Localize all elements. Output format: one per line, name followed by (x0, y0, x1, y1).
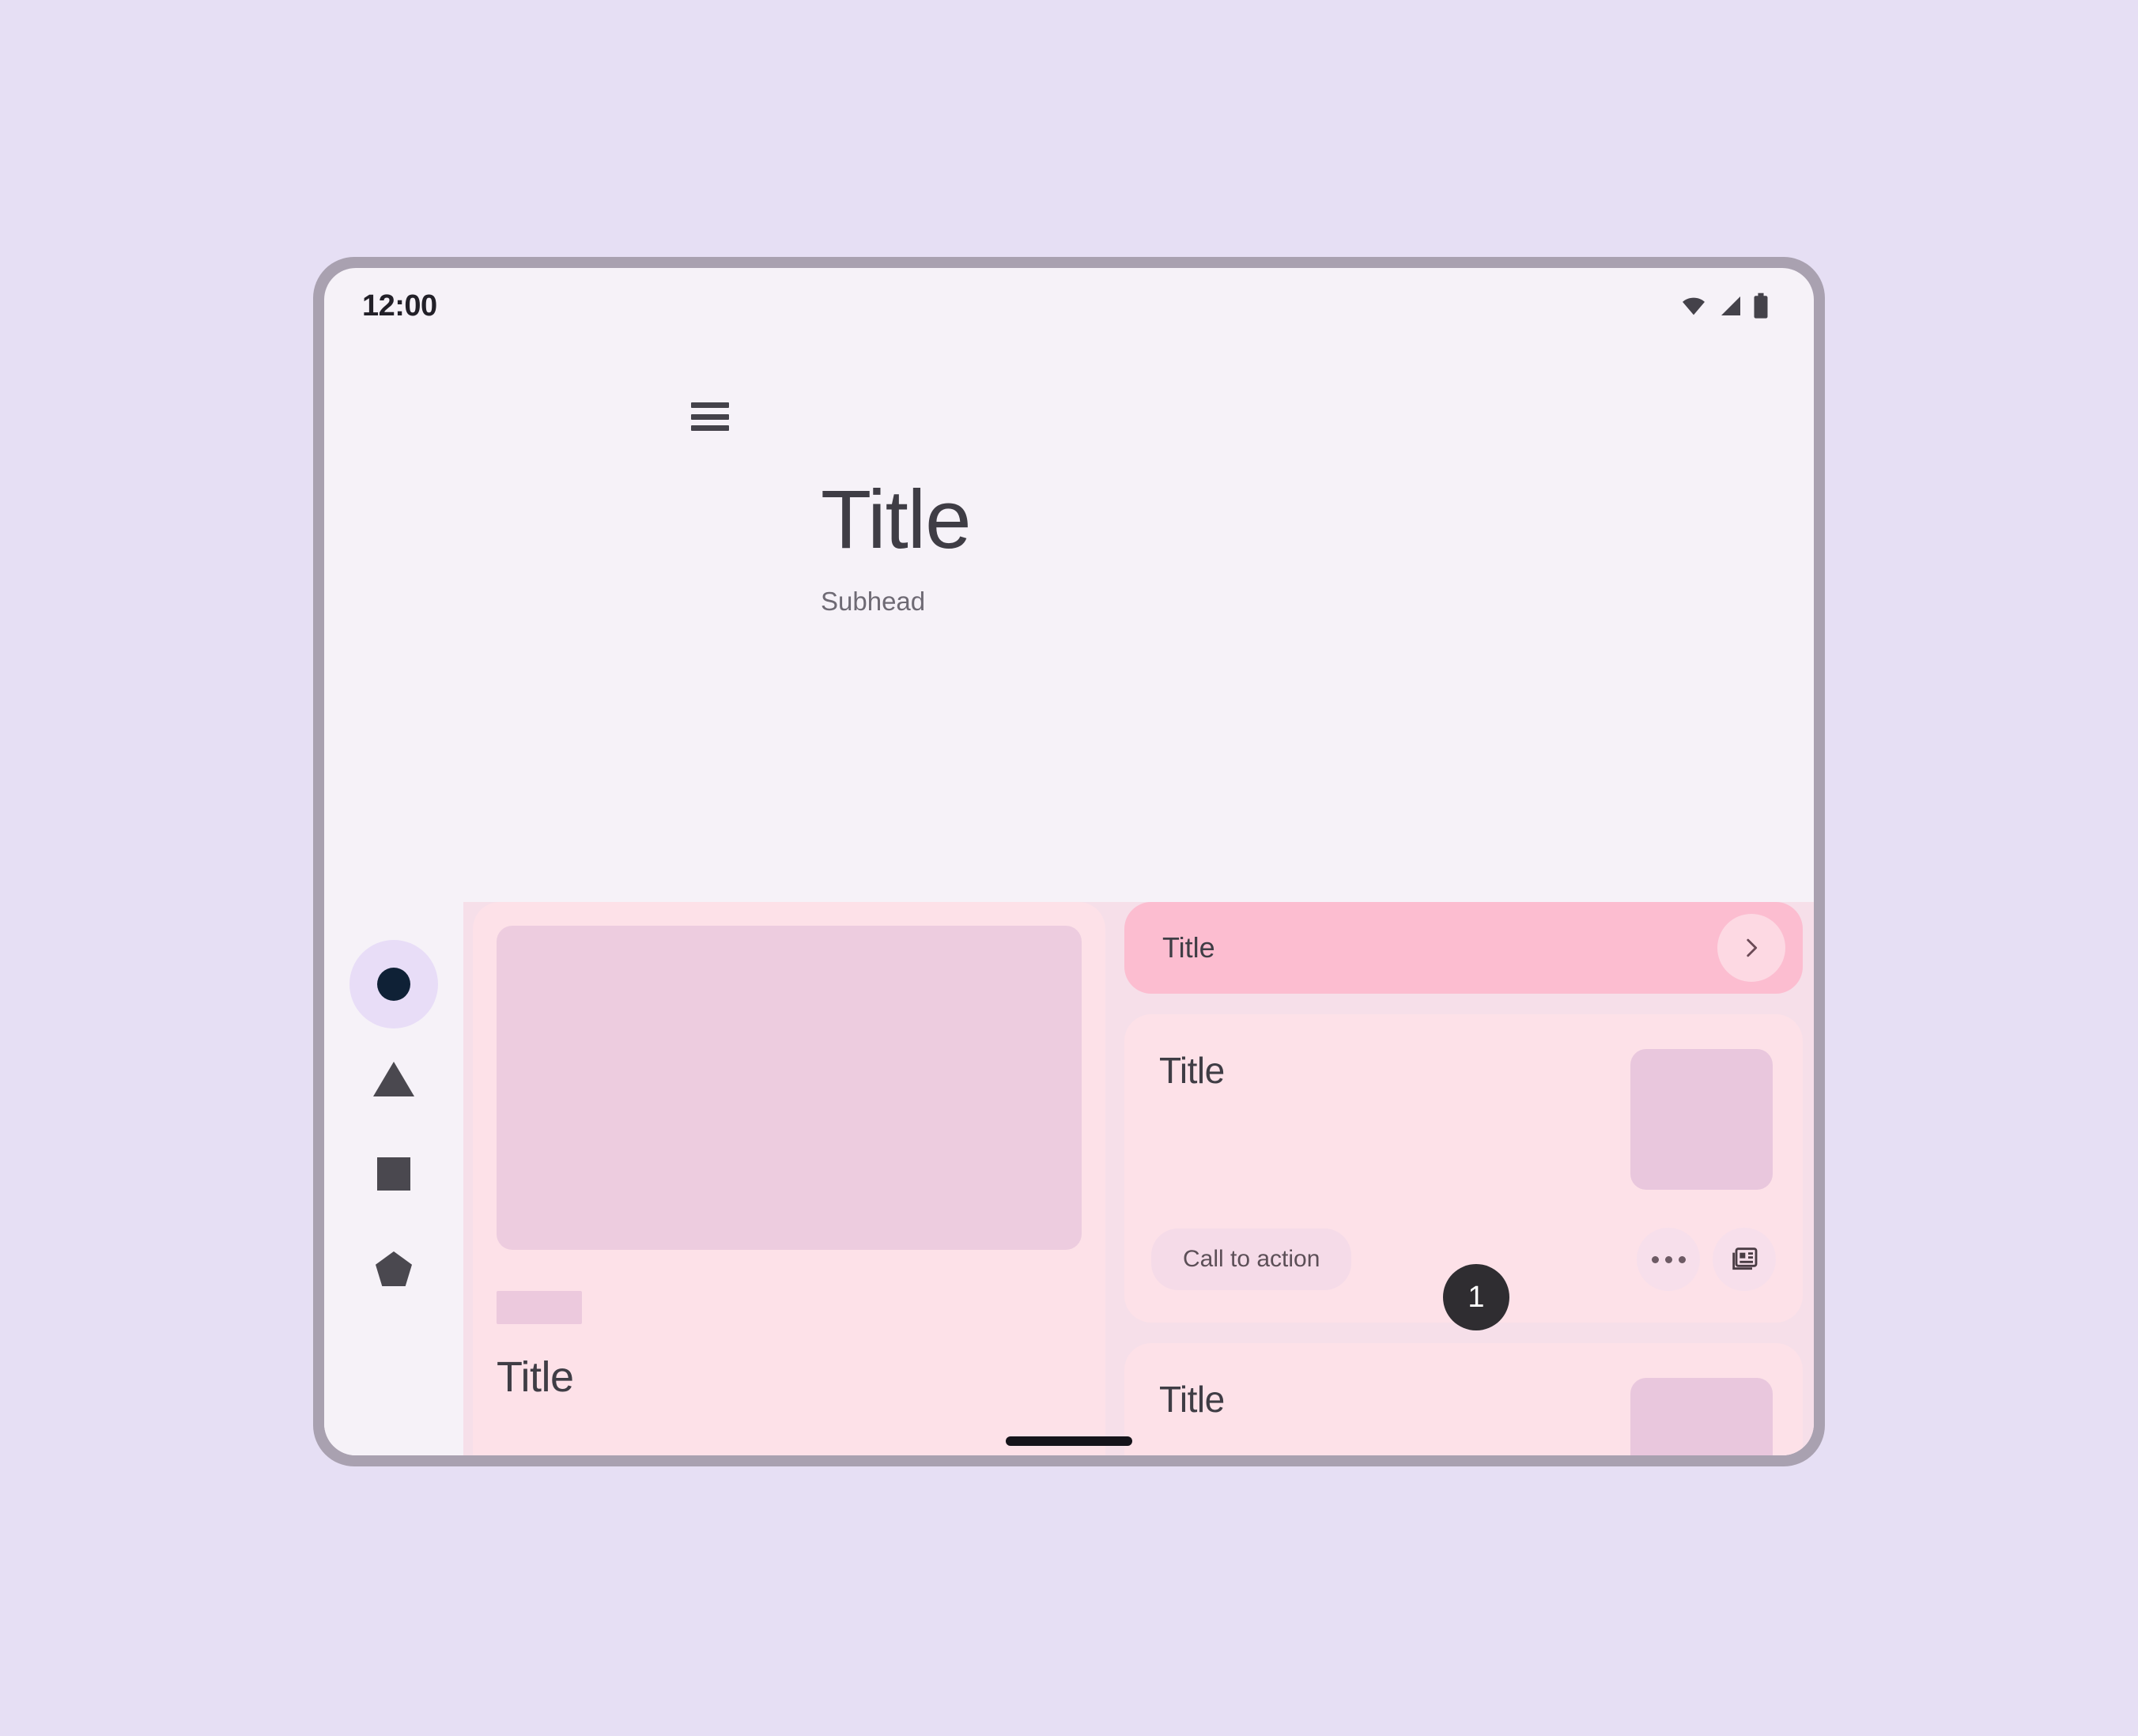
home-indicator[interactable] (1006, 1436, 1132, 1446)
chevron-right-icon[interactable] (1717, 914, 1785, 982)
side-column: Title Title Call to action Title (1124, 902, 1814, 1455)
hero-media-placeholder (497, 926, 1082, 1250)
main-column: Title Call to action (473, 902, 1105, 1455)
page-subhead: Subhead (821, 587, 926, 616)
cellular-signal-icon (1721, 296, 1740, 315)
side-card-2-thumb-placeholder (1630, 1378, 1773, 1455)
step-badge: 1 (1443, 1264, 1509, 1330)
content-area: Title Call to action (463, 902, 1814, 1455)
navigation-rail (324, 902, 463, 1455)
nav-rail-item-pentagon[interactable] (349, 1225, 438, 1313)
top-app-bar: Title Subhead (324, 344, 1814, 902)
page-title: Title (821, 474, 971, 566)
side-card-1-icon-group (1637, 1228, 1776, 1291)
article-stack-glyph (1732, 1247, 1758, 1270)
hero-card-title: Title (497, 1353, 574, 1401)
side-card-1-thumb-placeholder (1630, 1049, 1773, 1190)
device-screen: 12:00 Title Subhead Title Title Title Ca… (324, 268, 1814, 1455)
side-card-1-title: Title (1159, 1050, 1225, 1091)
side-card-2-body: Title (1124, 1343, 1803, 1455)
side-card-2-title: Title (1159, 1379, 1225, 1420)
menu-line-1 (691, 402, 729, 408)
side-card-1-body: Title (1124, 1014, 1803, 1190)
dots-glyph (1651, 1255, 1686, 1263)
battery-icon (1754, 292, 1768, 319)
hero-chip-placeholder (497, 1291, 582, 1324)
triangle-icon (373, 1062, 414, 1096)
article-stack-icon[interactable] (1713, 1228, 1776, 1291)
circle-icon (377, 968, 410, 1001)
nav-rail-item-square[interactable] (349, 1130, 438, 1218)
side-card-2[interactable]: Title Call to action (1124, 1343, 1803, 1455)
headline-block: Title Subhead (821, 474, 971, 617)
square-icon (377, 1157, 410, 1191)
chevron-glyph (1747, 938, 1758, 957)
pentagon-icon (376, 1251, 412, 1286)
status-bar-icons (1678, 292, 1770, 319)
nav-rail-item-circle[interactable] (349, 940, 438, 1028)
status-bar-clock: 12:00 (362, 289, 437, 323)
hamburger-menu-icon[interactable] (691, 399, 732, 434)
hero-card[interactable]: Title Call to action (473, 902, 1105, 1455)
more-options-icon[interactable] (1637, 1228, 1700, 1291)
tablet-device-frame: 12:00 Title Subhead Title Title Title Ca… (313, 257, 1825, 1466)
nav-rail-item-triangle[interactable] (349, 1035, 438, 1123)
status-bar: 12:00 (324, 268, 1814, 344)
menu-line-2 (691, 413, 729, 420)
banner-card[interactable]: Title (1124, 902, 1803, 994)
side-card-1-cta-button[interactable]: Call to action (1151, 1228, 1352, 1290)
menu-line-3 (691, 425, 729, 431)
banner-title: Title (1162, 931, 1215, 964)
wifi-icon (1683, 297, 1705, 315)
